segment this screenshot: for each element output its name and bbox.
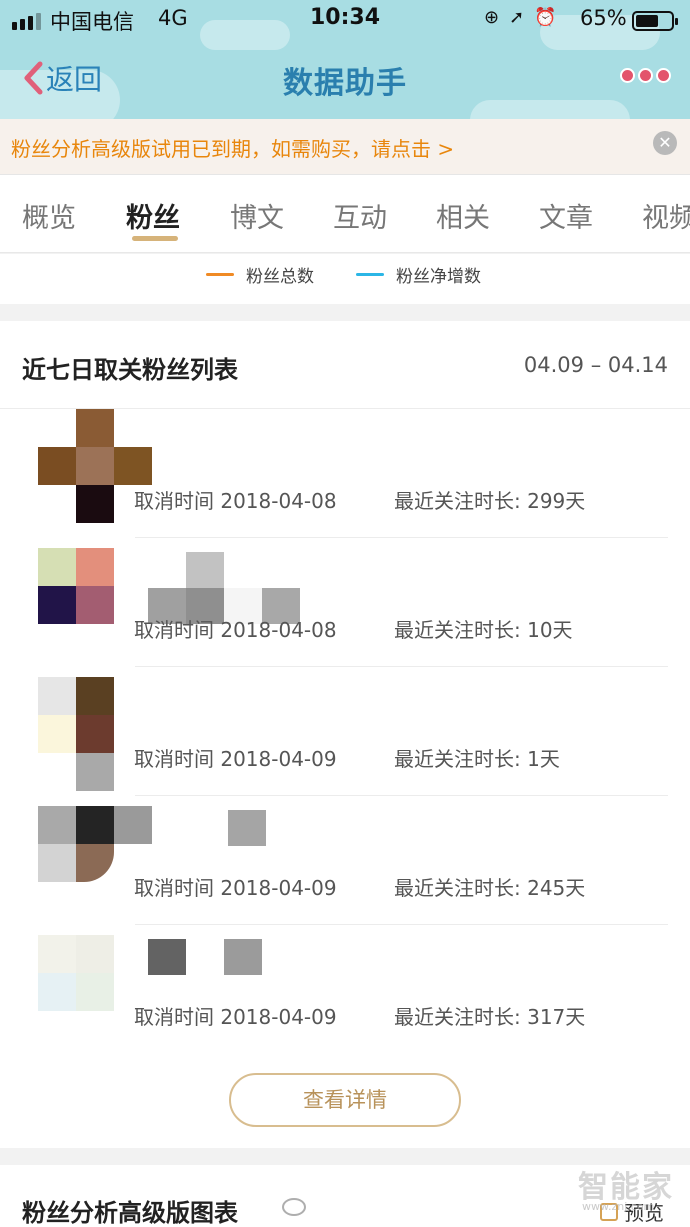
follow-duration: 最近关注时长: 10天: [394, 618, 573, 642]
cancel-time: 取消时间 2018-04-09: [134, 747, 337, 771]
masked-username: [148, 552, 300, 588]
status-icons: ⊕➚⏰: [484, 7, 567, 28]
tab-videos[interactable]: 视频: [642, 196, 690, 235]
list-item[interactable]: 取消时间 2018-04-08 最近关注时长: 299天: [0, 409, 690, 538]
cancel-time: 取消时间 2018-04-09: [134, 876, 337, 900]
more-dots-icon[interactable]: [620, 68, 671, 83]
tab-fans[interactable]: 粉丝: [126, 196, 180, 235]
unfollow-list-card: 近七日取关粉丝列表 04.09 – 04.14 取消时间 2018-04-08 …: [0, 321, 690, 1148]
date-range: 04.09 – 04.14: [523, 353, 668, 377]
chart-legend: 粉丝总数 粉丝净增数: [0, 254, 690, 304]
follow-duration: 最近关注时长: 317天: [394, 1005, 586, 1029]
tab-interaction[interactable]: 互动: [333, 196, 387, 235]
avatar: [38, 677, 151, 791]
masked-username: [148, 939, 262, 975]
legend-net-gain: 粉丝净增数: [356, 262, 481, 287]
close-icon[interactable]: ✕: [653, 131, 677, 155]
trial-expired-banner[interactable]: 粉丝分析高级版试用已到期，如需购买，请点击 >: [0, 119, 690, 175]
active-tab-indicator: [132, 236, 178, 241]
weibo-icon: [282, 1198, 306, 1216]
header: 中国电信 4G 10:34 ⊕➚⏰ 65% 返回 数据助手: [0, 0, 690, 119]
avatar: [38, 409, 152, 532]
legend-swatch: [206, 273, 234, 276]
avatar: [38, 548, 151, 661]
tab-articles[interactable]: 文章: [539, 196, 593, 235]
card-title: 近七日取关粉丝列表: [22, 356, 238, 384]
location-icon: ➚: [509, 7, 535, 28]
tab-overview[interactable]: 概览: [22, 196, 76, 235]
legend-label: 粉丝总数: [246, 267, 314, 287]
view-details-button[interactable]: 查看详情: [229, 1073, 461, 1127]
status-bar: 中国电信 4G 10:34 ⊕➚⏰ 65%: [0, 0, 690, 40]
avatar: [38, 806, 152, 919]
list-item[interactable]: 取消时间 2018-04-08 最近关注时长: 10天: [0, 538, 690, 667]
follow-duration: 最近关注时长: 299天: [394, 489, 586, 513]
legend-swatch: [356, 273, 384, 276]
weibo-watermark: [282, 1198, 312, 1216]
tab-related[interactable]: 相关: [436, 196, 490, 235]
masked-username: [228, 810, 266, 846]
follow-duration: 最近关注时长: 1天: [394, 747, 560, 771]
tab-posts[interactable]: 博文: [230, 196, 284, 235]
data-assistant-page: 中国电信 4G 10:34 ⊕➚⏰ 65% 返回 数据助手 粉丝分析高级版试用已…: [0, 0, 690, 1227]
follow-duration: 最近关注时长: 245天: [394, 876, 586, 900]
battery-icon: [632, 11, 678, 31]
alarm-icon: ⏰: [534, 7, 567, 28]
avatar: [38, 935, 151, 1048]
list-item[interactable]: 取消时间 2018-04-09 最近关注时长: 1天: [0, 667, 690, 796]
legend-total-fans: 粉丝总数: [206, 262, 314, 287]
list-item[interactable]: 取消时间 2018-04-09 最近关注时长: 317天: [0, 925, 690, 1054]
tab-bar: 概览 粉丝 博文 互动 相关 文章 视频: [0, 175, 690, 253]
page-title: 数据助手: [283, 66, 407, 101]
list-item[interactable]: 取消时间 2018-04-09 最近关注时长: 245天: [0, 796, 690, 925]
cancel-time: 取消时间 2018-04-08: [134, 489, 337, 513]
card-title: 粉丝分析高级版图表: [22, 1199, 238, 1227]
cancel-time: 取消时间 2018-04-08: [134, 618, 337, 642]
brand-watermark-url: www.znj.com: [582, 1200, 655, 1213]
cancel-time: 取消时间 2018-04-09: [134, 1005, 337, 1029]
battery-percent: 65%: [580, 6, 627, 30]
banner-text[interactable]: 粉丝分析高级版试用已到期，如需购买，请点击 >: [11, 133, 454, 162]
rotation-lock-icon: ⊕: [484, 7, 510, 28]
legend-label: 粉丝净增数: [396, 267, 481, 287]
